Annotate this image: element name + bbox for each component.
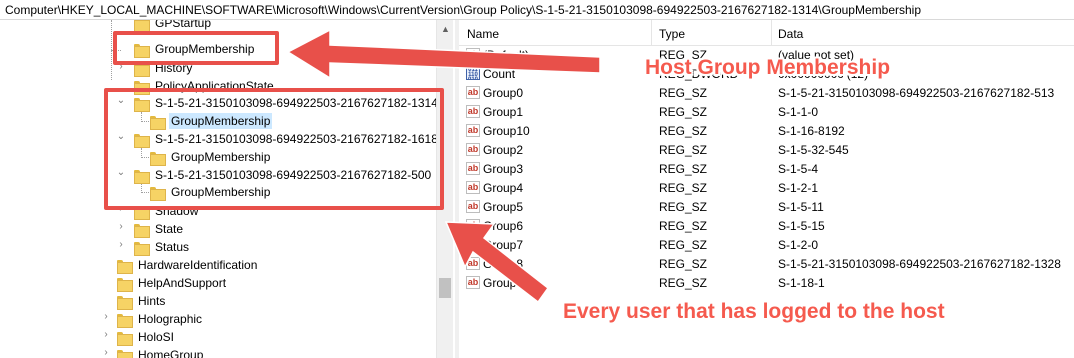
annotation-every-user: Every user that has logged to the host bbox=[563, 300, 945, 323]
annotation-host-group-membership: Host Group Membership bbox=[645, 56, 891, 79]
annotation-arrow-left bbox=[286, 28, 601, 80]
annotation-arrow-up-left bbox=[444, 221, 550, 304]
